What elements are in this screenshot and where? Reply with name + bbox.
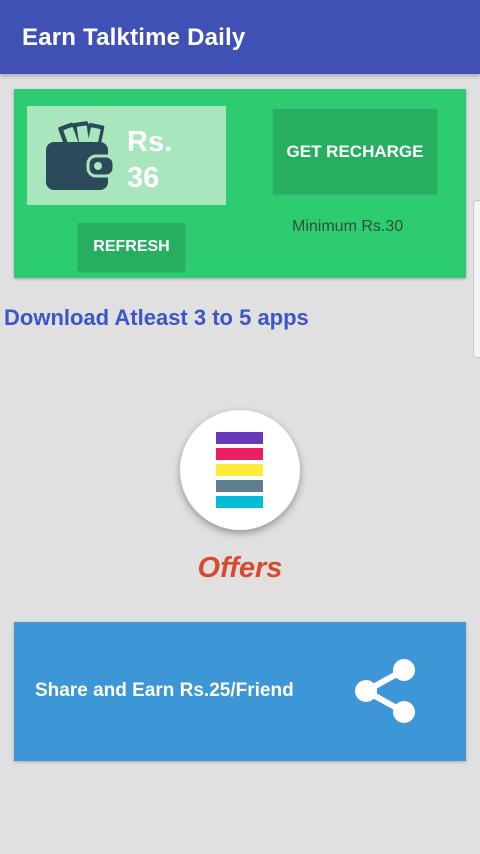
refresh-button[interactable]: REFRESH (78, 223, 185, 271)
wallet-icon (46, 121, 116, 190)
offers-stripe-grey (216, 480, 263, 492)
share-earn-card[interactable]: Share and Earn Rs.25/Friend (14, 622, 466, 761)
get-recharge-button[interactable]: GET RECHARGE (273, 109, 437, 194)
offers-stripe-purple (216, 432, 263, 444)
minimum-recharge-text: Minimum Rs.30 (292, 218, 404, 235)
offers-stripe-pink (216, 448, 263, 460)
offers-stripe-cyan (216, 496, 263, 508)
share-earn-text: Share and Earn Rs.25/Friend (35, 680, 294, 701)
download-apps-text: Download Atleast 3 to 5 apps (4, 305, 309, 330)
app-bar: Earn Talktime Daily (0, 0, 480, 74)
wallet-card: Rs. 36 GET RECHARGE Minimum Rs.30 REFRES… (14, 89, 466, 278)
balance-box: Rs. 36 (27, 106, 226, 205)
balance-amount: 36 (127, 162, 160, 194)
scroll-indicator[interactable] (473, 200, 480, 358)
app-title: Earn Talktime Daily (22, 24, 246, 51)
balance-currency: Rs. (127, 126, 173, 158)
offers-button[interactable] (180, 410, 300, 530)
offers-stripe-yellow (216, 464, 263, 476)
offers-label[interactable]: Offers (0, 552, 480, 585)
share-icon[interactable] (352, 658, 418, 724)
